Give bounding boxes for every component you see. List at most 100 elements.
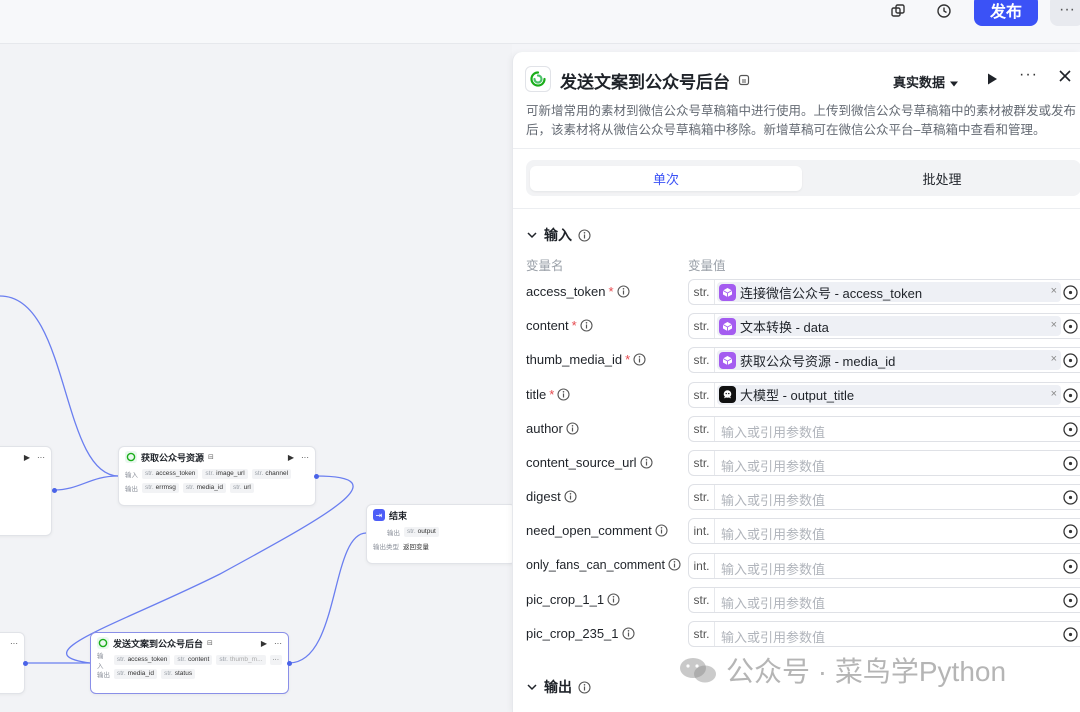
reference-picker-icon[interactable] (1062, 318, 1079, 340)
end-icon: ⇥ (373, 509, 385, 521)
reference-picker-icon[interactable] (1062, 352, 1079, 374)
type-badge[interactable]: str. (689, 416, 715, 441)
param-value-field[interactable]: str. 输入或引用参数值 (688, 484, 1080, 511)
clear-icon[interactable]: × (1051, 285, 1057, 297)
param-value-field[interactable]: str. 输入或引用参数值 (688, 450, 1080, 476)
llm-icon (719, 386, 736, 404)
plugin-icon: ⊟ (208, 454, 214, 461)
more-icon[interactable]: ··· (1019, 66, 1038, 84)
partial-node-left-upper[interactable]: ▶ ··· (0, 446, 52, 536)
more-icon[interactable]: ··· (10, 639, 18, 648)
publish-button[interactable]: 发布 (974, 0, 1038, 26)
param-row: need_open_comment int. 输入或引用参数值 (513, 515, 1080, 549)
reference-picker-icon[interactable] (1062, 284, 1079, 306)
copy-icon[interactable] (884, 0, 912, 22)
port[interactable] (52, 488, 57, 493)
type-badge[interactable]: str. (689, 485, 715, 510)
more-icon[interactable]: ··· (274, 639, 282, 648)
param-row: pic_crop_1_1 str. 输入或引用参数值 (513, 584, 1080, 618)
watermark: 公众号 · 菜鸟学Python (678, 650, 1006, 690)
reference-chip[interactable]: 获取公众号资源 - media_id × (717, 350, 1061, 371)
node-send-to-official-account[interactable]: 发送文案到公众号后台 ⊟ ▶ ··· 输入 str. access_token st… (90, 632, 289, 694)
type-badge[interactable]: str. (689, 587, 715, 612)
caret-down-icon[interactable] (949, 75, 959, 93)
reference-chip[interactable]: 大模型 - output_title × (717, 384, 1061, 405)
info-icon (607, 593, 620, 606)
history-icon[interactable] (930, 0, 958, 22)
param-value-field[interactable]: str. 获取公众号资源 - media_id × (688, 347, 1080, 374)
type-badge[interactable]: int. (689, 553, 715, 578)
input-section-header[interactable]: 输入 (526, 225, 591, 245)
wechat-logo-icon (125, 451, 137, 463)
reference-picker-icon[interactable] (1062, 489, 1079, 511)
param-name: title * (526, 387, 570, 402)
more-tags-icon[interactable]: ··· (269, 655, 282, 665)
tab-batch[interactable]: 批处理 (806, 166, 1078, 191)
run-icon[interactable]: ▶ (24, 453, 30, 462)
reference-picker-icon[interactable] (1062, 421, 1079, 443)
type-badge[interactable]: str. (689, 314, 715, 339)
info-icon (617, 285, 630, 298)
clear-icon[interactable]: × (1051, 319, 1057, 331)
reference-picker-icon[interactable] (1062, 455, 1079, 477)
info-icon (566, 422, 579, 435)
plugin-icon: ⊟ (207, 640, 213, 647)
reference-picker-icon[interactable] (1062, 387, 1079, 409)
output-section-header[interactable]: 输出 (526, 677, 591, 697)
clear-icon[interactable]: × (1051, 388, 1057, 400)
reference-chip[interactable]: 文本转换 - data × (717, 316, 1061, 337)
type-badge[interactable]: str. (689, 451, 715, 475)
data-mode-select[interactable]: 真实数据 (893, 72, 945, 91)
port[interactable] (314, 474, 319, 479)
placeholder-text: 输入或引用参数值 (721, 493, 826, 509)
param-row: only_fans_can_comment int. 输入或引用参数值 (513, 550, 1080, 584)
type-badge[interactable]: str. (689, 348, 715, 373)
run-icon[interactable]: ▶ (288, 453, 294, 462)
section-title: 输出 (544, 679, 572, 695)
reference-picker-icon[interactable] (1062, 558, 1079, 580)
param-value-field[interactable]: int. 输入或引用参数值 (688, 552, 1080, 580)
param-value-field[interactable]: str. 输入或引用参数值 (688, 621, 1080, 647)
reference-picker-icon[interactable] (1062, 592, 1079, 614)
param-value-field[interactable]: str. 文本转换 - data × (688, 313, 1080, 340)
param-value-field[interactable]: str. 输入或引用参数值 (688, 415, 1080, 443)
panel-description: 可新增常用的素材到微信公众号草稿箱中进行使用。上传到微信公众号草稿箱中的素材被群… (526, 104, 1077, 137)
chevron-down-icon[interactable] (526, 229, 538, 241)
node-inputs-row: 输入 str. access_token str. content str. thum… (91, 653, 288, 670)
tag: str. content (174, 655, 213, 665)
param-value-field[interactable]: str. 输入或引用参数值 (688, 586, 1080, 614)
param-value-field[interactable]: str. 连接微信公众号 - access_token × (688, 279, 1080, 305)
partial-node-left-lower[interactable]: ··· (0, 632, 25, 694)
workflow-canvas[interactable]: ▶ ··· ··· 获取公众号资源 ⊟ ▶ ··· 输入 str. access_to… (0, 44, 512, 712)
reference-picker-icon[interactable] (1062, 523, 1079, 545)
type-badge[interactable]: int. (689, 519, 715, 544)
port[interactable] (23, 661, 28, 666)
chevron-down-icon[interactable] (526, 681, 538, 693)
reference-picker-icon[interactable] (1062, 626, 1079, 648)
param-row: thumb_media_id * str. 获取公众号资源 - media_id × (513, 344, 1080, 378)
tag: str. channel (251, 469, 292, 479)
param-name: pic_crop_1_1 (526, 592, 620, 607)
top-toolbar: 发布 ··· (0, 0, 1080, 44)
node-fetch-official-account-resource[interactable]: 获取公众号资源 ⊟ ▶ ··· 输入 str. access_token str. i… (118, 446, 316, 506)
reference-chip[interactable]: 连接微信公众号 - access_token × (717, 282, 1061, 302)
info-icon (557, 388, 570, 401)
more-options-button[interactable]: ··· (1050, 0, 1080, 26)
more-icon[interactable]: ··· (37, 453, 45, 462)
type-badge[interactable]: str. (689, 622, 715, 646)
tab-single[interactable]: 单次 (530, 166, 802, 191)
port[interactable] (287, 661, 292, 666)
run-icon[interactable]: ▶ (261, 639, 267, 648)
close-icon[interactable] (1058, 69, 1072, 88)
run-icon[interactable] (985, 72, 999, 91)
node-title: 发送文案到公众号后台 (113, 638, 204, 649)
more-icon[interactable]: ··· (301, 453, 309, 462)
divider (513, 148, 1080, 149)
param-value-field[interactable]: int. 输入或引用参数值 (688, 518, 1080, 545)
param-value-field[interactable]: str. 大模型 - output_title × (688, 381, 1080, 409)
param-row: pic_crop_235_1 str. 输入或引用参数值 (513, 618, 1080, 652)
clear-icon[interactable]: × (1051, 353, 1057, 365)
type-badge[interactable]: str. (689, 280, 715, 304)
type-badge[interactable]: str. (689, 382, 715, 407)
node-end[interactable]: ⇥ 结束 输出 str. output 输出类型 返回变量 (366, 504, 512, 564)
